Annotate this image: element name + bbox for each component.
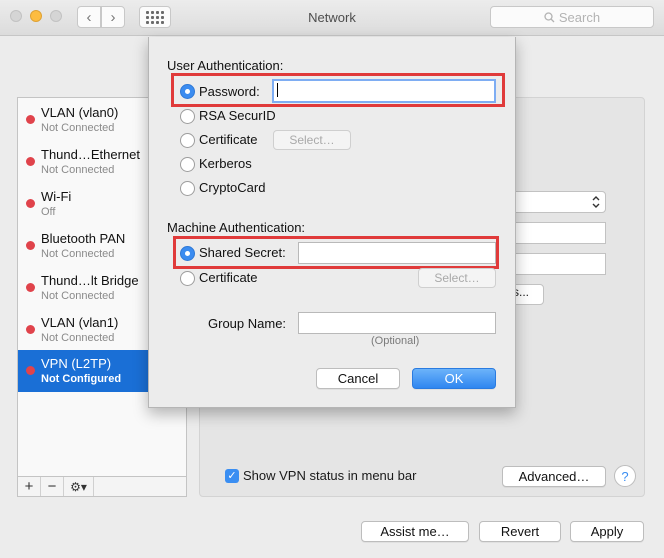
cryptocard-radio[interactable] [180,181,195,196]
search-field[interactable]: Search [490,6,654,28]
plus-icon: + [24,478,34,495]
status-dot-icon [26,325,35,334]
apply-button[interactable]: Apply [570,521,644,542]
updown-chevron-icon [592,196,600,208]
service-name: VPN (L2TP) [41,356,112,371]
remove-service-button[interactable]: − [41,477,64,496]
server-address-field[interactable] [512,222,606,244]
help-icon: ? [621,468,629,484]
gear-icon: ⚙▾ [70,479,87,494]
rsa-securid-radio[interactable] [180,109,195,124]
group-name-field[interactable] [298,312,496,334]
kerberos-radio[interactable] [180,157,195,172]
search-placeholder: Search [558,9,601,25]
advanced-button[interactable]: Advanced… [502,466,606,487]
service-actions-button[interactable]: ⚙▾ [64,477,94,496]
status-dot-icon [26,241,35,250]
service-status: Not Configured [41,373,122,385]
show-vpn-status-label: Show VPN status in menu bar [243,468,417,483]
status-dot-icon [26,115,35,124]
service-name: Bluetooth PAN [41,231,126,246]
service-status: Not Connected [41,164,115,176]
group-name-optional-hint: (Optional) [371,335,420,347]
cancel-button[interactable]: Cancel [316,368,400,389]
status-dot-icon [26,157,35,166]
configuration-popup[interactable] [512,191,606,213]
service-status: Not Connected [41,248,115,260]
service-list-toolbar: + − ⚙▾ [17,477,187,497]
help-button[interactable]: ? [614,465,636,487]
show-vpn-status-checkbox[interactable]: ✓ [225,469,239,483]
title-bar: ‹ › Network Search [0,0,664,36]
search-icon [544,11,555,22]
assist-me-button[interactable]: Assist me… [361,521,469,542]
minus-icon: − [47,478,57,495]
machine-certificate-label: Certificate [199,270,258,285]
user-certificate-select-button[interactable]: Select… [273,130,351,150]
password-highlight-box [171,73,505,107]
user-certificate-radio[interactable] [180,133,195,148]
revert-button[interactable]: Revert [479,521,561,542]
user-authentication-heading: User Authentication: [167,58,284,73]
status-dot-icon [26,199,35,208]
authentication-settings-sheet: User Authentication: Password: RSA Secur… [148,37,516,408]
rsa-securid-label: RSA SecurID [199,108,276,123]
cryptocard-label: CryptoCard [199,180,266,195]
machine-authentication-heading: Machine Authentication: [167,220,306,235]
add-service-button[interactable]: + [18,477,41,496]
service-status: Not Connected [41,290,115,302]
service-status: Off [41,206,56,218]
status-dot-icon [26,366,35,375]
service-name: Wi-Fi [41,189,72,204]
service-status: Not Connected [41,332,115,344]
machine-certificate-select-button[interactable]: Select… [418,268,496,288]
network-preferences-window: ‹ › Network Search VLAN (vlan0) Not Conn… [0,0,664,558]
shared-secret-highlight-box [173,236,499,269]
service-name: VLAN (vlan1) [41,315,119,330]
kerberos-label: Kerberos [199,156,252,171]
service-status: Not Connected [41,122,115,134]
machine-certificate-radio[interactable] [180,271,195,286]
service-name: Thund…Ethernet [41,147,141,162]
status-dot-icon [26,283,35,292]
account-name-field[interactable] [512,253,606,275]
ok-button[interactable]: OK [412,368,496,389]
service-name: VLAN (vlan0) [41,105,119,120]
user-certificate-label: Certificate [199,132,258,147]
group-name-label: Group Name: [208,316,287,331]
service-name: Thund…lt Bridge [41,273,139,288]
